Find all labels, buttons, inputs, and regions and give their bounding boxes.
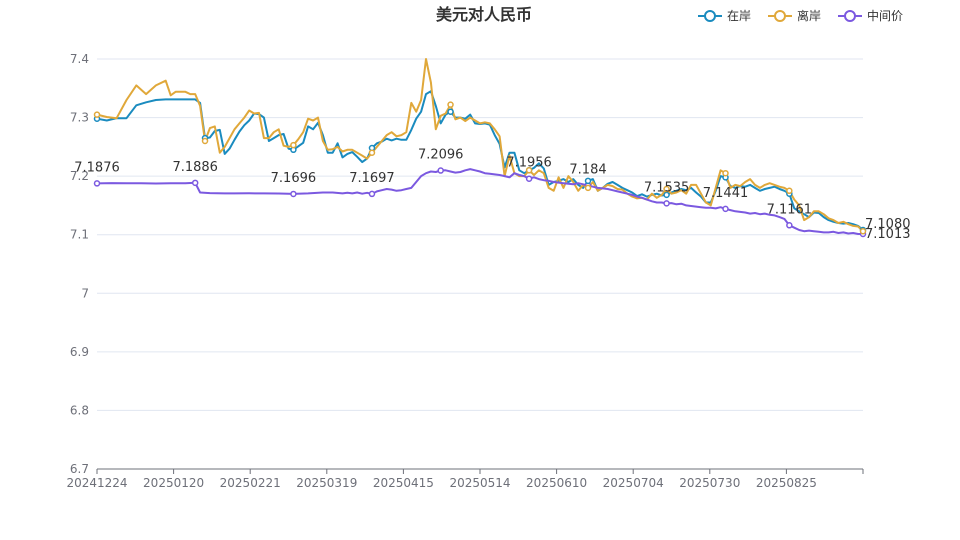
y-tick-label: 7.3	[70, 111, 89, 125]
legend-item[interactable]: 在岸	[698, 9, 751, 23]
x-tick-label: 20250730	[679, 476, 740, 490]
legend-swatch-marker	[704, 10, 716, 22]
legend-label: 离岸	[797, 8, 821, 23]
x-tick-label: 20250610	[526, 476, 587, 490]
legend-item[interactable]: 中间价	[838, 8, 903, 23]
data-label: 7.1013	[865, 227, 911, 242]
y-tick-label: 6.9	[70, 345, 89, 359]
legend[interactable]: 在岸 离岸 中间价	[698, 8, 903, 23]
legend-label: 在岸	[727, 9, 751, 23]
series-point	[437, 167, 444, 174]
legend-swatch-marker	[774, 10, 786, 22]
data-label: 7.2096	[418, 148, 464, 163]
legend-label: 中间价	[867, 8, 903, 23]
chart-container: 美元对人民币 在岸 离岸 中间价 6.7 6.8 6.9 7 7.1 7.2 7.3 7.4 20…	[0, 0, 960, 540]
y-tick-label: 7	[81, 286, 89, 300]
series-point	[368, 149, 376, 156]
series-point	[201, 137, 209, 145]
data-label: 7.1876	[74, 160, 120, 175]
series-point	[447, 101, 454, 108]
line-chart: 美元对人民币 在岸 离岸 中间价 6.76.86.977.17.27.37.4 20…	[66, 5, 910, 490]
annotation-layer: 7.1876 7.1886 7.1696 7.1697 7.2096 7.1956 7.18…	[74, 148, 910, 242]
series-point	[290, 190, 297, 198]
x-axis: 20241224 20250120 20250221 20250319 20250415…	[66, 468, 864, 490]
series-point	[663, 200, 670, 207]
x-tick-label: 20250319	[296, 476, 357, 490]
series-point	[290, 141, 297, 149]
data-label: 7.1535	[644, 180, 690, 195]
series-point	[368, 190, 376, 198]
y-tick-label: 7.4	[70, 52, 89, 66]
data-label: 7.184	[569, 163, 606, 178]
series-point	[584, 184, 592, 192]
series-point	[525, 175, 533, 182]
series-point	[93, 111, 101, 118]
chart-title: 美元对人民币	[436, 5, 532, 24]
data-label: 7.1956	[506, 156, 552, 171]
series-line	[96, 168, 863, 235]
x-tick-label: 20241224	[66, 476, 127, 490]
x-tick-label: 20250120	[143, 476, 204, 490]
series-point	[191, 179, 199, 187]
y-tick-label: 6.7	[70, 462, 89, 476]
series-point	[786, 222, 793, 229]
series-point	[722, 205, 729, 213]
series-point	[447, 108, 454, 115]
legend-item[interactable]: 离岸	[768, 8, 821, 23]
series-point	[722, 169, 729, 177]
series-point	[584, 177, 592, 185]
data-label: 7.1886	[172, 160, 218, 175]
y-axis: 6.76.86.977.17.27.37.4	[70, 52, 89, 476]
y-tick-label: 7.1	[70, 228, 89, 242]
x-tick-label: 20250415	[373, 476, 434, 490]
series-line	[96, 58, 864, 232]
series-point	[93, 180, 101, 187]
x-tick-label: 20250221	[220, 476, 281, 490]
y-tick-label: 6.8	[70, 403, 89, 417]
legend-swatch-marker	[844, 10, 856, 22]
series-point	[786, 187, 793, 195]
data-label: 7.1161	[767, 202, 813, 217]
data-label: 7.1441	[703, 186, 749, 201]
series-layer	[93, 58, 867, 238]
x-tick-label: 20250825	[756, 476, 817, 490]
data-label: 7.1696	[271, 171, 317, 186]
x-tick-label: 20250704	[603, 476, 664, 490]
x-tick-label: 20250514	[449, 476, 510, 490]
grid-lines	[97, 58, 863, 411]
data-label: 7.1697	[349, 171, 395, 186]
